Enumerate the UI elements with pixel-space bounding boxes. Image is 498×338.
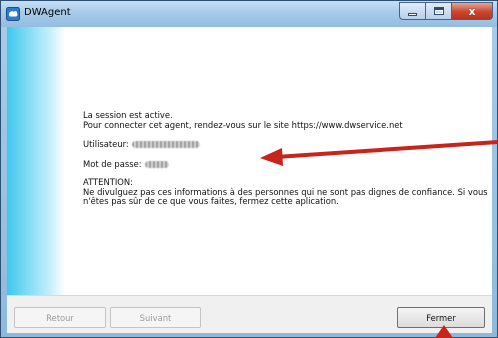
password-label: Mot de passe: xyxy=(83,158,142,169)
user-label: Utilisateur: xyxy=(83,139,129,149)
button-bar: Retour Suivant Fermer xyxy=(7,295,492,333)
maximize-button[interactable] xyxy=(425,2,451,20)
window-controls: x xyxy=(399,2,493,20)
next-button[interactable]: Suivant xyxy=(110,307,201,328)
minimize-icon xyxy=(408,12,417,16)
close-icon: x xyxy=(468,4,476,18)
title-bar[interactable]: DWAgent x xyxy=(1,1,497,27)
user-row: Utilisateur: xyxy=(83,139,489,150)
client-area: La session est active. Pour connecter ce… xyxy=(7,27,492,333)
side-banner xyxy=(7,27,65,295)
close-button[interactable]: Fermer xyxy=(397,307,485,328)
connect-instructions-text: Pour connecter cet agent, rendez-vous su… xyxy=(83,119,403,130)
window-title: DWAgent xyxy=(24,7,71,18)
session-info: La session est active. Pour connecter ce… xyxy=(83,110,489,207)
warning-text: Ne divulguez pas ces informations à des … xyxy=(83,186,488,206)
password-row: Mot de passe: xyxy=(83,158,489,170)
dwagent-window: DWAgent x La session est active. Pour co… xyxy=(0,0,498,338)
maximize-icon xyxy=(433,7,444,15)
close-window-button[interactable]: x xyxy=(451,2,493,20)
minimize-button[interactable] xyxy=(399,2,425,20)
back-button[interactable]: Retour xyxy=(14,307,106,328)
dwagent-app-icon xyxy=(6,7,20,21)
user-value-redacted xyxy=(131,141,200,149)
password-value-redacted xyxy=(144,160,169,168)
